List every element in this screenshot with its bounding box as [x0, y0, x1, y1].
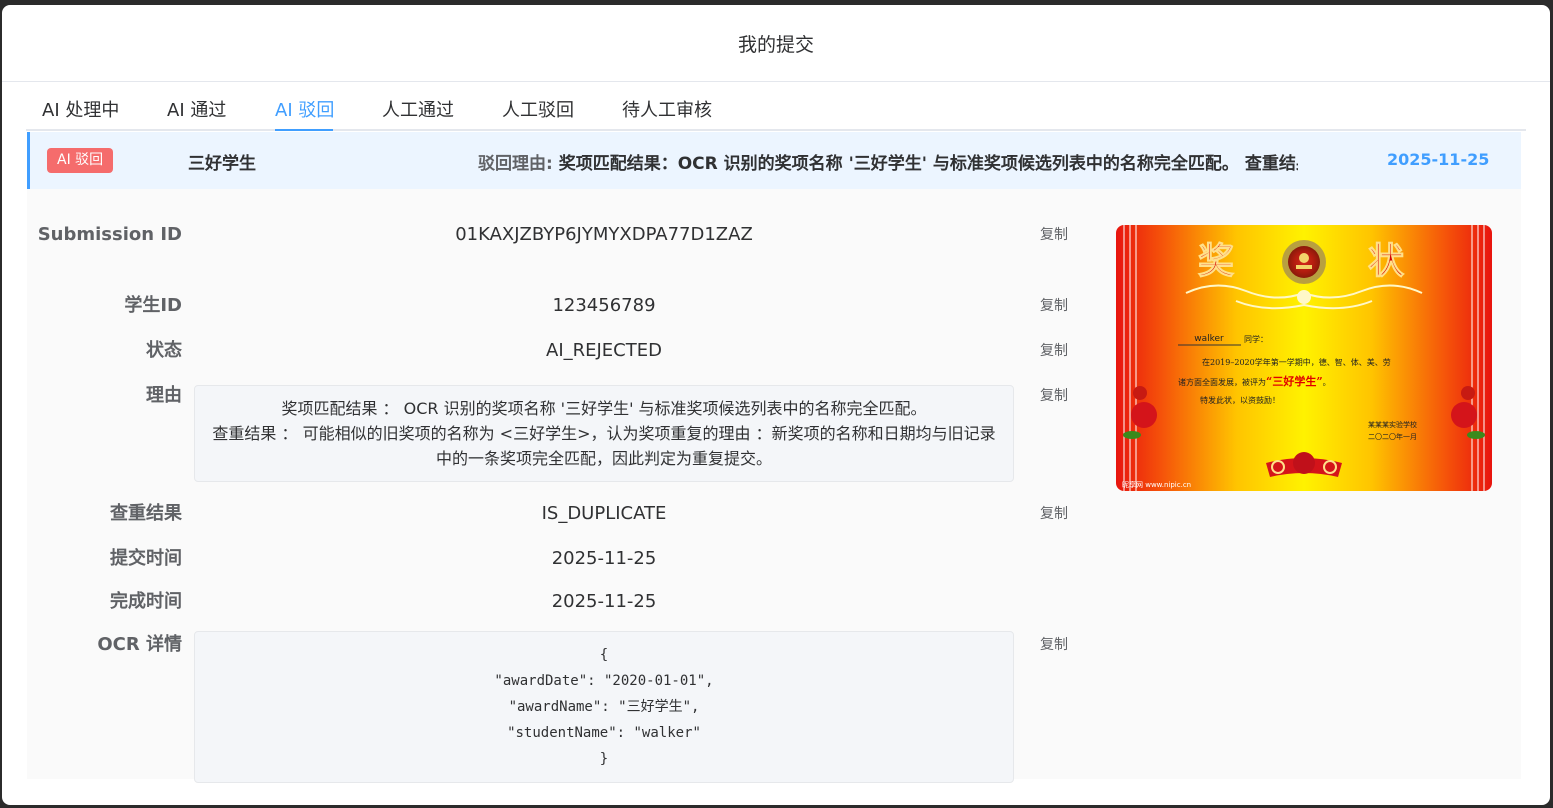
submission-id-label: Submission ID: [37, 224, 182, 245]
certificate-salutation: 同学：: [1244, 334, 1268, 344]
tab-ai-rejected[interactable]: AI 驳回: [275, 96, 334, 122]
submission-detail-panel: Submission ID 01KAXJZBYP6JYMYXDPA77D1ZAZ…: [27, 189, 1521, 783]
submission-modal: 我的提交 AI 处理中 AI 通过 AI 驳回 人工通过 人工驳回 待人工审核 …: [2, 5, 1550, 805]
copy-reason-button[interactable]: 复制: [1040, 382, 1068, 410]
copy-student-id-button[interactable]: 复制: [1040, 292, 1068, 320]
reason-line: 中的一条奖项完全匹配，因此判定为重复提交。: [435, 449, 772, 468]
reason-line: 查重结果 ： 可能相似的旧奖项的名称为 <三好学生>，认为奖项重复的理由 ：新奖…: [212, 424, 996, 443]
tab-ai-approved[interactable]: AI 通过: [167, 96, 226, 122]
certificate-watermark: 昵享网 www.nipic.cn: [1122, 480, 1191, 489]
tab-manual-approved[interactable]: 人工通过: [382, 96, 454, 122]
duplicate-label: 查重结果: [110, 503, 182, 524]
reason-box: 奖项匹配结果 ： OCR 识别的奖项名称 '三好学生' 与标准奖项候选列表中的名…: [194, 385, 1014, 482]
emblem-icon: [1282, 240, 1326, 284]
rejection-reason-label: 驳回理由:: [478, 154, 553, 174]
reason-label: 理由: [146, 385, 182, 406]
svg-text:状: 状: [1368, 240, 1405, 282]
status-label: 状态: [146, 340, 182, 361]
certificate-image[interactable]: 奖 状 walker 同学： 在2019–2020学年第一学期中，德、智、体、美…: [1116, 225, 1492, 491]
rejection-reason-text: 奖项匹配结果：OCR 识别的奖项名称 '三好学生' 与标准奖项候选列表中的名称完…: [558, 154, 1298, 174]
tab-pending-manual-review[interactable]: 待人工审核: [622, 96, 712, 122]
certificate-heading-right: 状: [1367, 240, 1405, 283]
duplicate-value: IS_DUPLICATE: [541, 503, 667, 524]
finish-time-value: 2025-11-25: [551, 591, 657, 612]
certificate-line1: 在2019–2020学年第一学期中，德、智、体、美、劳: [1202, 357, 1391, 367]
copy-ocr-button[interactable]: 复制: [1040, 631, 1068, 659]
submission-item-header[interactable]: AI 驳回 三好学生 驳回理由: 奖项匹配结果：OCR 识别的奖项名称 '三好学…: [27, 132, 1521, 189]
active-tab-indicator: [275, 129, 333, 131]
certificate-date: 二〇二〇年一月: [1368, 432, 1417, 441]
svg-text:奖: 奖: [1198, 240, 1234, 282]
student-id-label: 学生ID: [124, 295, 182, 316]
item-date: 2025-11-25: [1387, 150, 1490, 169]
tab-manual-rejected[interactable]: 人工驳回: [502, 96, 574, 122]
submit-time-value: 2025-11-25: [551, 548, 657, 569]
copy-submission-id-button[interactable]: 复制: [1040, 221, 1068, 249]
student-id-value: 123456789: [552, 295, 656, 316]
ocr-line: {: [599, 647, 609, 663]
status-badge: AI 驳回: [47, 148, 114, 173]
tab-ai-processing[interactable]: AI 处理中: [42, 96, 119, 122]
certificate-heading-left: 奖: [1197, 240, 1234, 283]
certificate-line2-suffix: 。: [1323, 378, 1331, 387]
ocr-line: "awardDate": "2020-01-01",: [494, 673, 714, 689]
certificate-student-name: walker: [1194, 334, 1224, 344]
certificate-line2-prefix: 诸方面全面发展，被评为: [1178, 377, 1266, 387]
status-value: AI_REJECTED: [546, 340, 662, 361]
tab-bar: AI 处理中 AI 通过 AI 驳回 人工通过 人工驳回 待人工审核: [26, 83, 1526, 131]
ocr-line: "studentName": "walker": [507, 725, 701, 741]
modal-header: 我的提交: [2, 5, 1550, 82]
submit-time-label: 提交时间: [110, 548, 182, 569]
finish-time-label: 完成时间: [110, 591, 182, 612]
certificate-school: 某某某实验学校: [1368, 420, 1417, 429]
item-title: 三好学生: [188, 154, 256, 174]
ocr-label: OCR 详情: [97, 634, 182, 655]
modal-title: 我的提交: [737, 33, 814, 56]
ocr-line: }: [599, 751, 609, 767]
copy-duplicate-button[interactable]: 复制: [1040, 500, 1068, 528]
certificate-line3: 特发此状，以资鼓励！: [1200, 395, 1280, 405]
certificate-honor: “三好学生”: [1266, 374, 1323, 388]
copy-status-button[interactable]: 复制: [1040, 337, 1068, 365]
reason-line: 奖项匹配结果 ： OCR 识别的奖项名称 '三好学生' 与标准奖项候选列表中的名…: [281, 399, 927, 418]
ocr-line: "awardName": "三好学生",: [508, 699, 700, 715]
rejection-reason-summary: 驳回理由: 奖项匹配结果：OCR 识别的奖项名称 '三好学生' 与标准奖项候选列…: [478, 149, 1298, 174]
submission-id-value: 01KAXJZBYP6JYMYXDPA77D1ZAZ: [455, 224, 753, 245]
ocr-json-box: { "awardDate": "2020-01-01", "awardName"…: [194, 631, 1014, 783]
